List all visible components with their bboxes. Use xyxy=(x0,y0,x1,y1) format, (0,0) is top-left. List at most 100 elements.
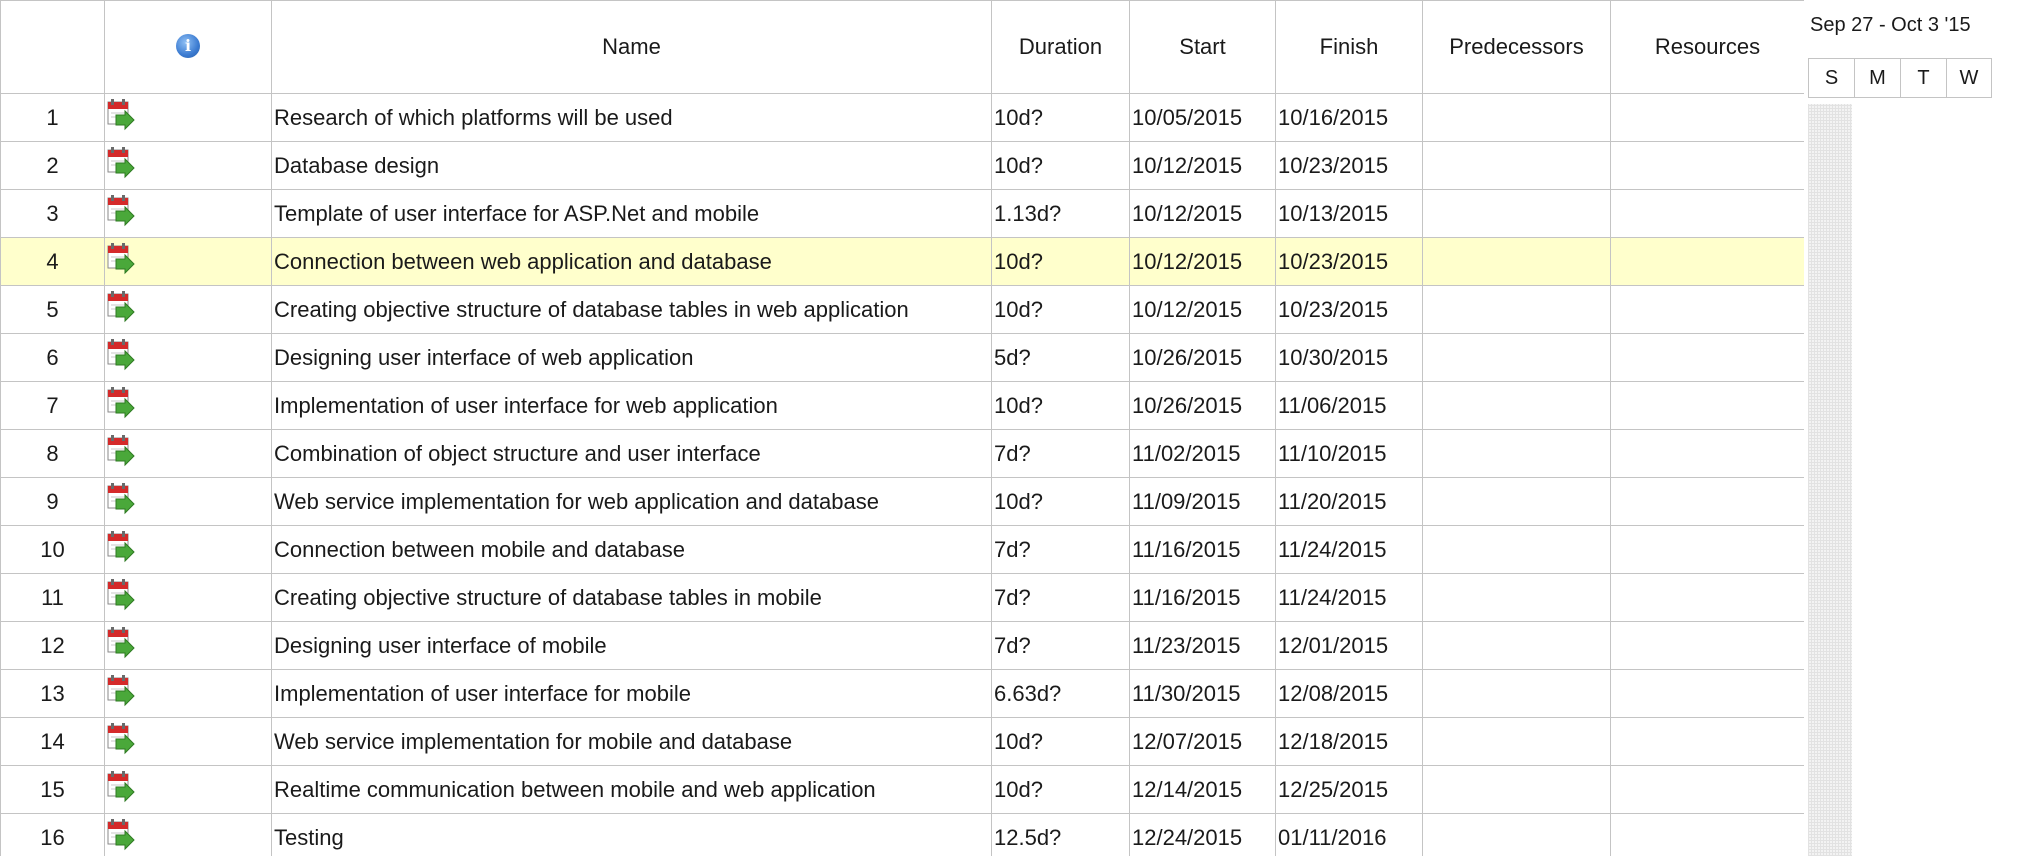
row-finish[interactable]: 12/18/2015 xyxy=(1275,717,1423,766)
task-row[interactable]: 13 Implementation of user interface for … xyxy=(0,669,1805,718)
row-predecessors[interactable] xyxy=(1422,669,1611,718)
task-row[interactable]: 6 Designing user interface of web applic… xyxy=(0,333,1805,382)
row-start[interactable]: 11/16/2015 xyxy=(1129,573,1276,622)
row-id[interactable]: 9 xyxy=(0,477,105,526)
task-row[interactable]: 1 Research of which platforms will be us… xyxy=(0,93,1805,142)
task-row[interactable]: 2 Database design 10d? 10/12/2015 10/23/… xyxy=(0,141,1805,190)
column-header-duration[interactable]: Duration xyxy=(991,0,1130,94)
row-resources[interactable] xyxy=(1610,765,1805,814)
row-start[interactable]: 10/12/2015 xyxy=(1129,141,1276,190)
row-finish[interactable]: 12/08/2015 xyxy=(1275,669,1423,718)
row-resources[interactable] xyxy=(1610,381,1805,430)
row-resources[interactable] xyxy=(1610,237,1805,286)
row-name[interactable]: Web service implementation for web appli… xyxy=(271,477,992,526)
row-predecessors[interactable] xyxy=(1422,573,1611,622)
row-predecessors[interactable] xyxy=(1422,189,1611,238)
row-indicator-cell[interactable] xyxy=(104,813,272,856)
row-name[interactable]: Web service implementation for mobile an… xyxy=(271,717,992,766)
row-start[interactable]: 11/02/2015 xyxy=(1129,429,1276,478)
row-indicator-cell[interactable] xyxy=(104,141,272,190)
row-finish[interactable]: 11/10/2015 xyxy=(1275,429,1423,478)
row-start[interactable]: 12/14/2015 xyxy=(1129,765,1276,814)
task-row[interactable]: 10 Connection between mobile and databas… xyxy=(0,525,1805,574)
row-finish[interactable]: 10/16/2015 xyxy=(1275,93,1423,142)
row-duration[interactable]: 10d? xyxy=(991,141,1130,190)
row-start[interactable]: 10/26/2015 xyxy=(1129,381,1276,430)
row-start[interactable]: 12/07/2015 xyxy=(1129,717,1276,766)
row-indicator-cell[interactable] xyxy=(104,765,272,814)
row-duration[interactable]: 7d? xyxy=(991,573,1130,622)
row-name[interactable]: Connection between web application and d… xyxy=(271,237,992,286)
row-name[interactable]: Testing xyxy=(271,813,992,856)
row-name[interactable]: Connection between mobile and database xyxy=(271,525,992,574)
row-name[interactable]: Template of user interface for ASP.Net a… xyxy=(271,189,992,238)
column-header-predecessors[interactable]: Predecessors xyxy=(1422,0,1611,94)
row-duration[interactable]: 6.63d? xyxy=(991,669,1130,718)
row-id[interactable]: 8 xyxy=(0,429,105,478)
row-indicator-cell[interactable] xyxy=(104,189,272,238)
row-indicator-cell[interactable] xyxy=(104,429,272,478)
row-predecessors[interactable] xyxy=(1422,525,1611,574)
row-resources[interactable] xyxy=(1610,813,1805,856)
row-finish[interactable]: 10/30/2015 xyxy=(1275,333,1423,382)
column-header-indicators[interactable]: i xyxy=(104,0,272,94)
row-start[interactable]: 11/30/2015 xyxy=(1129,669,1276,718)
row-name[interactable]: Research of which platforms will be used xyxy=(271,93,992,142)
row-indicator-cell[interactable] xyxy=(104,285,272,334)
task-row[interactable]: 4 Connection between web application and… xyxy=(0,237,1805,286)
row-duration[interactable]: 10d? xyxy=(991,381,1130,430)
row-predecessors[interactable] xyxy=(1422,477,1611,526)
task-row[interactable]: 12 Designing user interface of mobile 7d… xyxy=(0,621,1805,670)
row-id[interactable]: 3 xyxy=(0,189,105,238)
row-start[interactable]: 10/12/2015 xyxy=(1129,189,1276,238)
row-name[interactable]: Designing user interface of web applicat… xyxy=(271,333,992,382)
row-duration[interactable]: 7d? xyxy=(991,525,1130,574)
task-row[interactable]: 8 Combination of object structure and us… xyxy=(0,429,1805,478)
row-duration[interactable]: 10d? xyxy=(991,93,1130,142)
row-finish[interactable]: 10/23/2015 xyxy=(1275,141,1423,190)
row-id[interactable]: 14 xyxy=(0,717,105,766)
row-finish[interactable]: 12/25/2015 xyxy=(1275,765,1423,814)
row-duration[interactable]: 10d? xyxy=(991,285,1130,334)
row-finish[interactable]: 11/24/2015 xyxy=(1275,525,1423,574)
row-resources[interactable] xyxy=(1610,189,1805,238)
row-name[interactable]: Combination of object structure and user… xyxy=(271,429,992,478)
task-row[interactable]: 3 Template of user interface for ASP.Net… xyxy=(0,189,1805,238)
row-finish[interactable]: 10/23/2015 xyxy=(1275,237,1423,286)
row-duration[interactable]: 1.13d? xyxy=(991,189,1130,238)
row-finish[interactable]: 10/13/2015 xyxy=(1275,189,1423,238)
row-predecessors[interactable] xyxy=(1422,429,1611,478)
row-resources[interactable] xyxy=(1610,429,1805,478)
row-duration[interactable]: 10d? xyxy=(991,477,1130,526)
task-row[interactable]: 5 Creating objective structure of databa… xyxy=(0,285,1805,334)
column-header-resources[interactable]: Resources xyxy=(1610,0,1805,94)
row-finish[interactable]: 11/06/2015 xyxy=(1275,381,1423,430)
row-predecessors[interactable] xyxy=(1422,717,1611,766)
column-header-id[interactable] xyxy=(0,0,105,94)
row-resources[interactable] xyxy=(1610,477,1805,526)
row-indicator-cell[interactable] xyxy=(104,93,272,142)
row-id[interactable]: 7 xyxy=(0,381,105,430)
row-id[interactable]: 1 xyxy=(0,93,105,142)
row-id[interactable]: 11 xyxy=(0,573,105,622)
row-indicator-cell[interactable] xyxy=(104,717,272,766)
row-predecessors[interactable] xyxy=(1422,765,1611,814)
task-row[interactable]: 9 Web service implementation for web app… xyxy=(0,477,1805,526)
row-id[interactable]: 13 xyxy=(0,669,105,718)
row-finish[interactable]: 10/23/2015 xyxy=(1275,285,1423,334)
row-predecessors[interactable] xyxy=(1422,333,1611,382)
row-predecessors[interactable] xyxy=(1422,237,1611,286)
row-start[interactable]: 11/16/2015 xyxy=(1129,525,1276,574)
row-indicator-cell[interactable] xyxy=(104,237,272,286)
row-resources[interactable] xyxy=(1610,285,1805,334)
row-name[interactable]: Creating objective structure of database… xyxy=(271,285,992,334)
row-indicator-cell[interactable] xyxy=(104,333,272,382)
row-start[interactable]: 11/09/2015 xyxy=(1129,477,1276,526)
row-name[interactable]: Realtime communication between mobile an… xyxy=(271,765,992,814)
task-row[interactable]: 7 Implementation of user interface for w… xyxy=(0,381,1805,430)
row-resources[interactable] xyxy=(1610,669,1805,718)
row-duration[interactable]: 10d? xyxy=(991,237,1130,286)
column-header-start[interactable]: Start xyxy=(1129,0,1276,94)
row-id[interactable]: 5 xyxy=(0,285,105,334)
column-header-name[interactable]: Name xyxy=(271,0,992,94)
